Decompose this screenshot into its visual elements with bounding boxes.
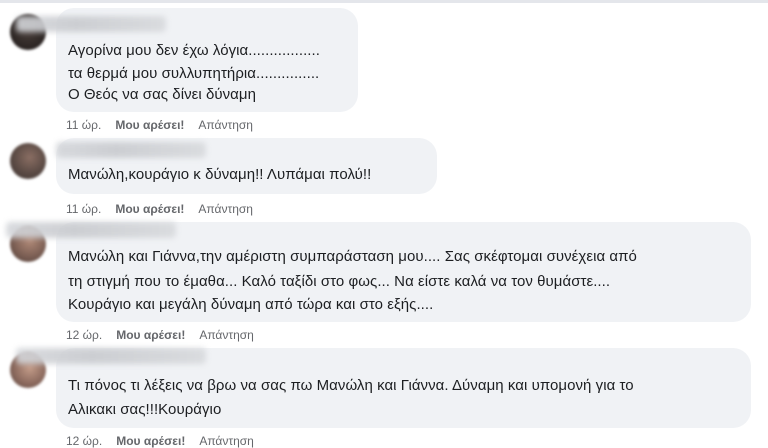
comment-actions: 12 ώρ. Μου αρέσει! Απάντηση xyxy=(66,434,254,448)
top-divider xyxy=(0,0,768,3)
comment-bubble: Μανώλη και Γιάννα,την αμέριστη συμπαράστ… xyxy=(6,222,751,322)
comment-actions: 11 ώρ. Μου αρέσει! Απάντηση xyxy=(66,118,253,132)
like-button[interactable]: Μου αρέσει! xyxy=(116,434,185,448)
comment-timestamp[interactable]: 11 ώρ. xyxy=(66,118,101,132)
comment-text-line: Μανώλη και Γιάννα,την αμέριστη συμπαράστ… xyxy=(68,248,637,265)
comment-bubble: Τι πόνος τι λέξεις να βρω να σας πω Μανώ… xyxy=(16,348,751,428)
comment-actions: 12 ώρ. Μου αρέσει! Απάντηση xyxy=(66,328,254,342)
comment-timestamp[interactable]: 12 ώρ. xyxy=(66,434,102,448)
comment-timestamp[interactable]: 11 ώρ. xyxy=(66,202,101,216)
like-button[interactable]: Μου αρέσει! xyxy=(116,328,185,342)
comment-actions: 11 ώρ. Μου αρέσει! Απάντηση xyxy=(66,202,253,216)
author-name-redacted xyxy=(16,16,166,32)
author-name-redacted xyxy=(6,222,176,238)
reply-button[interactable]: Απάντηση xyxy=(198,202,253,216)
comment-text-line: Ο Θεός να σας δίνει δύναμη xyxy=(68,86,256,103)
author-name-redacted xyxy=(16,348,206,364)
reply-button[interactable]: Απάντηση xyxy=(199,328,254,342)
comment-timestamp[interactable]: 12 ώρ. xyxy=(66,328,102,342)
like-button[interactable]: Μου αρέσει! xyxy=(115,118,184,132)
comment-text-line: Τι πόνος τι λέξεις να βρω να σας πω Μανώ… xyxy=(68,377,634,394)
reply-button[interactable]: Απάντηση xyxy=(199,434,254,448)
comment-text-line: Μανώλη,κουράγιο κ δύναμη!! Λυπάμαι πολύ!… xyxy=(68,166,372,183)
comment-text-line: Αγορίνα μου δεν έχω λόγια...............… xyxy=(68,42,320,59)
comment-text-line: Αλικακι σας!!!Κουράγιο xyxy=(68,401,222,418)
comment-text-line: τα θερμά μου συλλυπητήρια............... xyxy=(68,65,320,82)
comment-bubble: Μανώλη,κουράγιο κ δύναμη!! Λυπάμαι πολύ!… xyxy=(56,138,437,194)
author-name-redacted xyxy=(56,142,206,158)
avatar[interactable] xyxy=(10,143,46,179)
comment-text-line: Κουράγιο και μεγάλη δύναμη από τώρα και … xyxy=(68,296,434,313)
comment-bubble: Αγορίνα μου δεν έχω λόγια...............… xyxy=(16,8,358,112)
comment-text-line: τη στιγμή που το έμαθα... Καλό ταξίδι στ… xyxy=(68,273,611,290)
reply-button[interactable]: Απάντηση xyxy=(198,118,253,132)
like-button[interactable]: Μου αρέσει! xyxy=(115,202,184,216)
